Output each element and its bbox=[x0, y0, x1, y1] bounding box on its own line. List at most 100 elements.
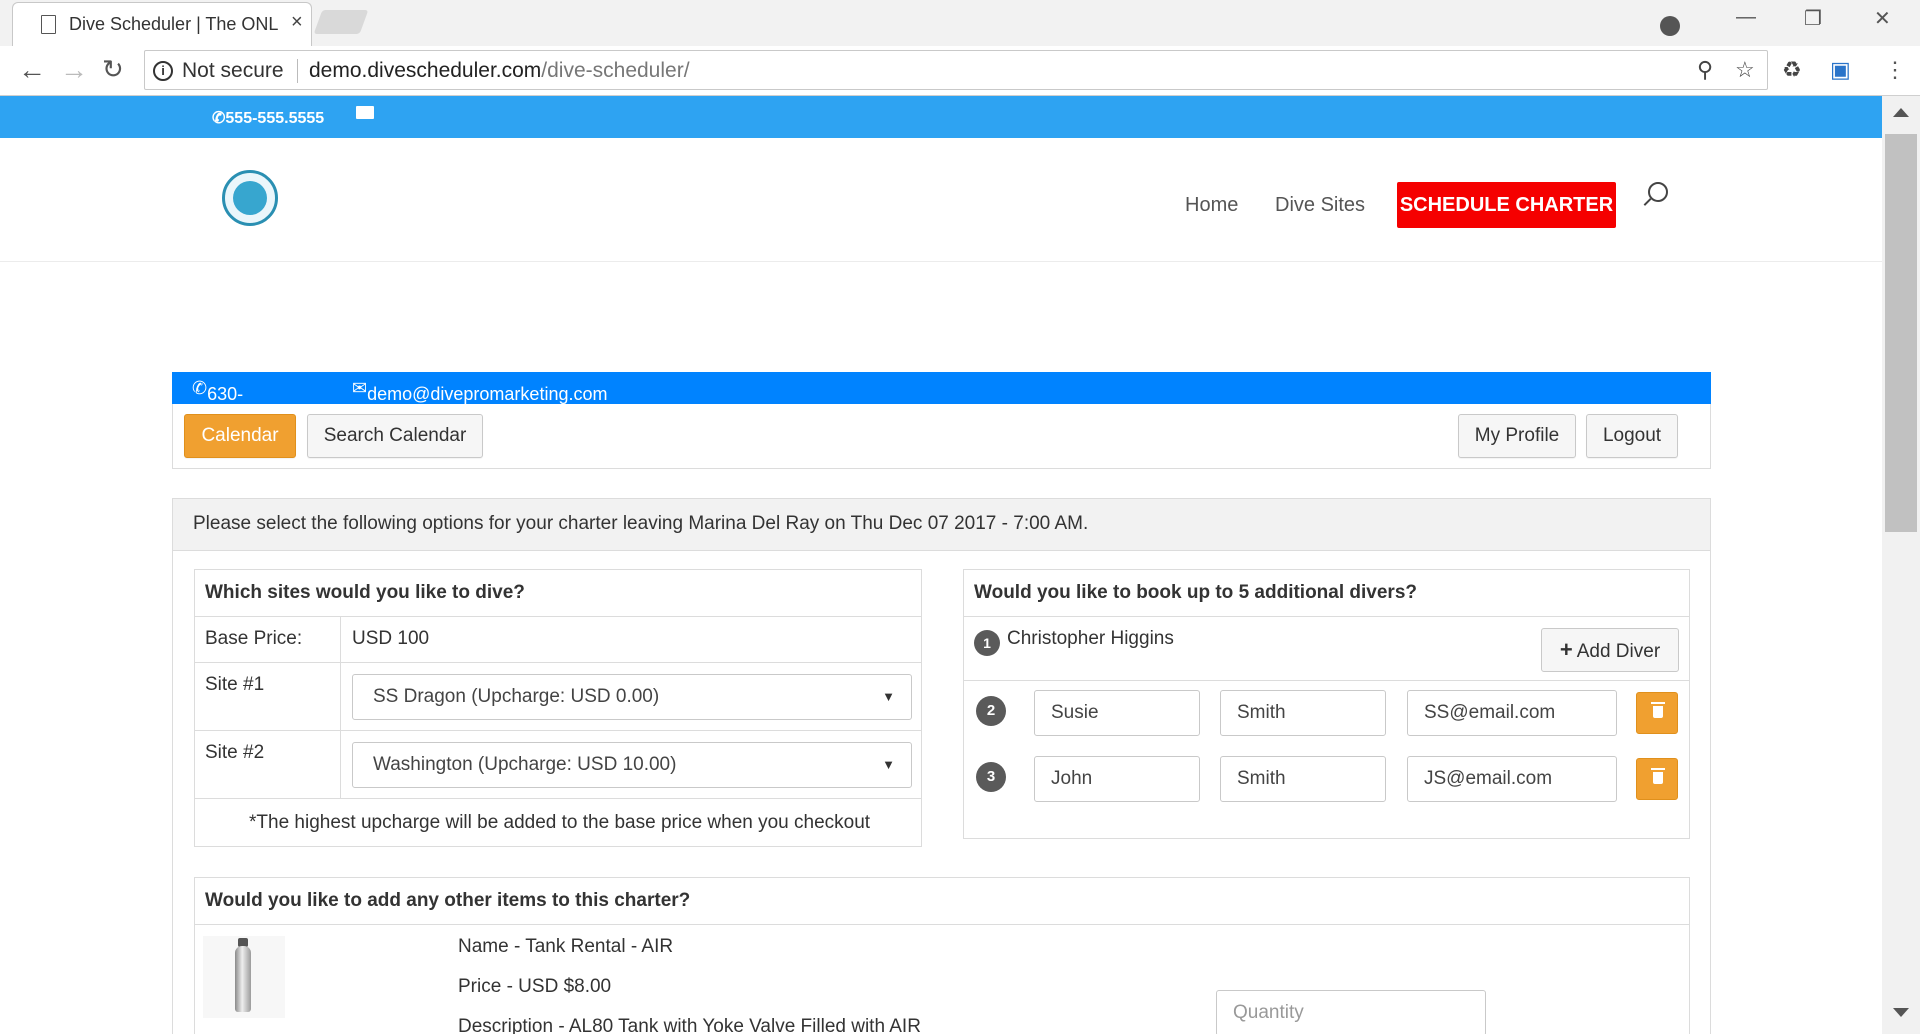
quantity-input[interactable]: Quantity bbox=[1216, 990, 1486, 1034]
menu-icon[interactable]: ⋮ bbox=[1884, 57, 1906, 83]
topbar-phone[interactable]: ✆555-555.5555 bbox=[212, 108, 324, 128]
remove-diver-button[interactable] bbox=[1636, 692, 1678, 734]
divider bbox=[964, 616, 1689, 617]
site1-value: SS Dragon (Upcharge: USD 0.00) bbox=[373, 686, 660, 707]
site-header: Home Dive Sites SCHEDULE CHARTER bbox=[0, 138, 1882, 262]
address-bar[interactable]: i Not secure demo.divescheduler.com/dive… bbox=[144, 50, 1768, 90]
upcharge-note: *The highest upcharge will be added to t… bbox=[249, 812, 871, 833]
close-window-icon[interactable]: ✕ bbox=[1874, 6, 1891, 31]
diver-email-value: SS@email.com bbox=[1424, 702, 1556, 723]
minimize-icon[interactable]: — bbox=[1736, 6, 1756, 29]
contact-email[interactable]: ✉ demo@divepromarketing.com bbox=[352, 378, 607, 404]
search-calendar-button[interactable]: Search Calendar bbox=[307, 414, 483, 458]
recycle-extension-icon[interactable]: ♻ bbox=[1782, 57, 1802, 83]
tab-title: Dive Scheduler | The ONLINE bbox=[69, 14, 279, 34]
info-icon[interactable]: i bbox=[153, 61, 173, 81]
trash-icon bbox=[1651, 702, 1665, 718]
nav-dive-sites[interactable]: Dive Sites bbox=[1275, 194, 1365, 217]
quantity-placeholder: Quantity bbox=[1233, 1002, 1304, 1023]
site-logo[interactable] bbox=[222, 170, 278, 226]
scroll-thumb[interactable] bbox=[1885, 134, 1917, 532]
dive-sites-box: Which sites would you like to dive? Base… bbox=[194, 569, 922, 847]
scroll-down-arrow-icon[interactable] bbox=[1893, 1008, 1909, 1017]
diver-last-name-input[interactable]: Smith bbox=[1220, 690, 1386, 736]
url-host: demo.divescheduler.com bbox=[309, 59, 542, 82]
site1-label: Site #1 bbox=[205, 674, 265, 695]
account-icon[interactable] bbox=[1660, 16, 1680, 36]
schedule-charter-button[interactable]: SCHEDULE CHARTER bbox=[1397, 182, 1616, 228]
nav-home[interactable]: Home bbox=[1185, 194, 1238, 217]
bookmark-star-icon[interactable]: ☆ bbox=[1735, 57, 1755, 83]
divider bbox=[195, 798, 921, 799]
plus-icon: + bbox=[1559, 637, 1573, 662]
search-icon[interactable] bbox=[1648, 182, 1668, 202]
website: ✆555-555.5555 Home Dive Sites SCHEDULE C… bbox=[0, 96, 1882, 1034]
browser-tab[interactable]: Dive Scheduler | The ONLINE × bbox=[12, 2, 312, 46]
diver-first-name-input[interactable]: Susie bbox=[1034, 690, 1200, 736]
calendar-button[interactable]: Calendar bbox=[184, 414, 296, 458]
diver-first-name-input[interactable]: John bbox=[1034, 756, 1200, 802]
contact-phone[interactable]: ✆ 630-588-2300 bbox=[192, 378, 247, 446]
contact-bar: ✆ 630-588-2300 ✉ demo@divepromarketing.c… bbox=[172, 372, 1711, 446]
charter-panel-header: Please select the following options for … bbox=[173, 499, 1710, 551]
dive-sites-title: Which sites would you like to dive? bbox=[205, 582, 525, 603]
remove-diver-button[interactable] bbox=[1636, 758, 1678, 800]
action-button-row: Calendar Search Calendar My Profile Logo… bbox=[172, 404, 1711, 469]
column-divider bbox=[340, 616, 341, 798]
contact-email-text: demo@divepromarketing.com bbox=[367, 384, 608, 404]
diver-number-badge: 2 bbox=[976, 696, 1006, 726]
my-profile-button[interactable]: My Profile bbox=[1458, 414, 1576, 458]
divider bbox=[195, 662, 921, 663]
logo-emblem bbox=[233, 181, 267, 215]
zoom-icon[interactable]: ⚲ bbox=[1697, 57, 1713, 83]
reload-icon[interactable]: ↻ bbox=[102, 54, 124, 85]
page-scrollbar[interactable] bbox=[1882, 96, 1920, 1034]
diver-number-badge: 1 bbox=[974, 630, 1000, 656]
topbar-phone-text: 555-555.5555 bbox=[225, 110, 325, 127]
charter-options-panel: Please select the following options for … bbox=[172, 498, 1711, 1034]
additional-divers-title: Would you like to book up to 5 additiona… bbox=[974, 582, 1418, 603]
add-diver-label: Add Diver bbox=[1576, 641, 1661, 662]
diver-first-name-value: Susie bbox=[1051, 702, 1099, 723]
item-description: Description - AL80 Tank with Yoke Valve … bbox=[458, 1016, 921, 1034]
diver-last-name-value: Smith bbox=[1237, 768, 1286, 789]
logout-button[interactable]: Logout bbox=[1586, 414, 1678, 458]
diver-last-name-input[interactable]: Smith bbox=[1220, 756, 1386, 802]
site1-select[interactable]: SS Dragon (Upcharge: USD 0.00) ▼ bbox=[352, 674, 912, 720]
site-topbar: ✆555-555.5555 bbox=[0, 96, 1882, 138]
security-label: Not secure bbox=[182, 59, 284, 82]
extra-items-box: Would you like to add any other items to… bbox=[194, 877, 1690, 1034]
primary-diver-name: Christopher Higgins bbox=[1007, 628, 1174, 649]
page-icon bbox=[41, 15, 56, 34]
diver-number-badge: 3 bbox=[976, 762, 1006, 792]
url-path: /dive-scheduler/ bbox=[541, 59, 690, 82]
browser-toolbar: ← → ↻ i Not secure demo.divescheduler.co… bbox=[0, 46, 1920, 96]
envelope-icon[interactable] bbox=[356, 106, 374, 119]
additional-divers-box: Would you like to book up to 5 additiona… bbox=[963, 569, 1690, 839]
forward-icon[interactable]: → bbox=[60, 54, 88, 86]
diver-email-input[interactable]: JS@email.com bbox=[1407, 756, 1617, 802]
item-name: Name - Tank Rental - AIR bbox=[458, 936, 674, 957]
browser-chrome: Dive Scheduler | The ONLINE × — ❐ ✕ ← → … bbox=[0, 0, 1920, 96]
cast-extension-icon[interactable]: ▣ bbox=[1830, 57, 1851, 83]
url-text[interactable]: demo.divescheduler.com/dive-scheduler/ bbox=[309, 59, 690, 83]
caret-down-icon: ▼ bbox=[882, 757, 895, 772]
base-price-label: Base Price: bbox=[205, 628, 303, 649]
site2-select[interactable]: Washington (Upcharge: USD 10.00) ▼ bbox=[352, 742, 912, 788]
site2-label: Site #2 bbox=[205, 742, 265, 763]
back-icon[interactable]: ← bbox=[18, 54, 46, 86]
caret-down-icon: ▼ bbox=[882, 689, 895, 704]
scroll-up-arrow-icon[interactable] bbox=[1893, 108, 1909, 117]
diver-last-name-value: Smith bbox=[1237, 702, 1286, 723]
tank-image bbox=[203, 936, 285, 1018]
divider bbox=[195, 730, 921, 731]
divider bbox=[964, 680, 1689, 681]
tab-close-icon[interactable]: × bbox=[291, 11, 303, 34]
restore-icon[interactable]: ❐ bbox=[1804, 6, 1822, 31]
diver-first-name-value: John bbox=[1051, 768, 1093, 789]
diver-email-input[interactable]: SS@email.com bbox=[1407, 690, 1617, 736]
new-tab-button[interactable] bbox=[313, 10, 369, 34]
scuba-tank-icon bbox=[235, 946, 251, 1012]
base-price-value: USD 100 bbox=[352, 628, 430, 649]
add-diver-button[interactable]: + Add Diver bbox=[1541, 628, 1679, 672]
